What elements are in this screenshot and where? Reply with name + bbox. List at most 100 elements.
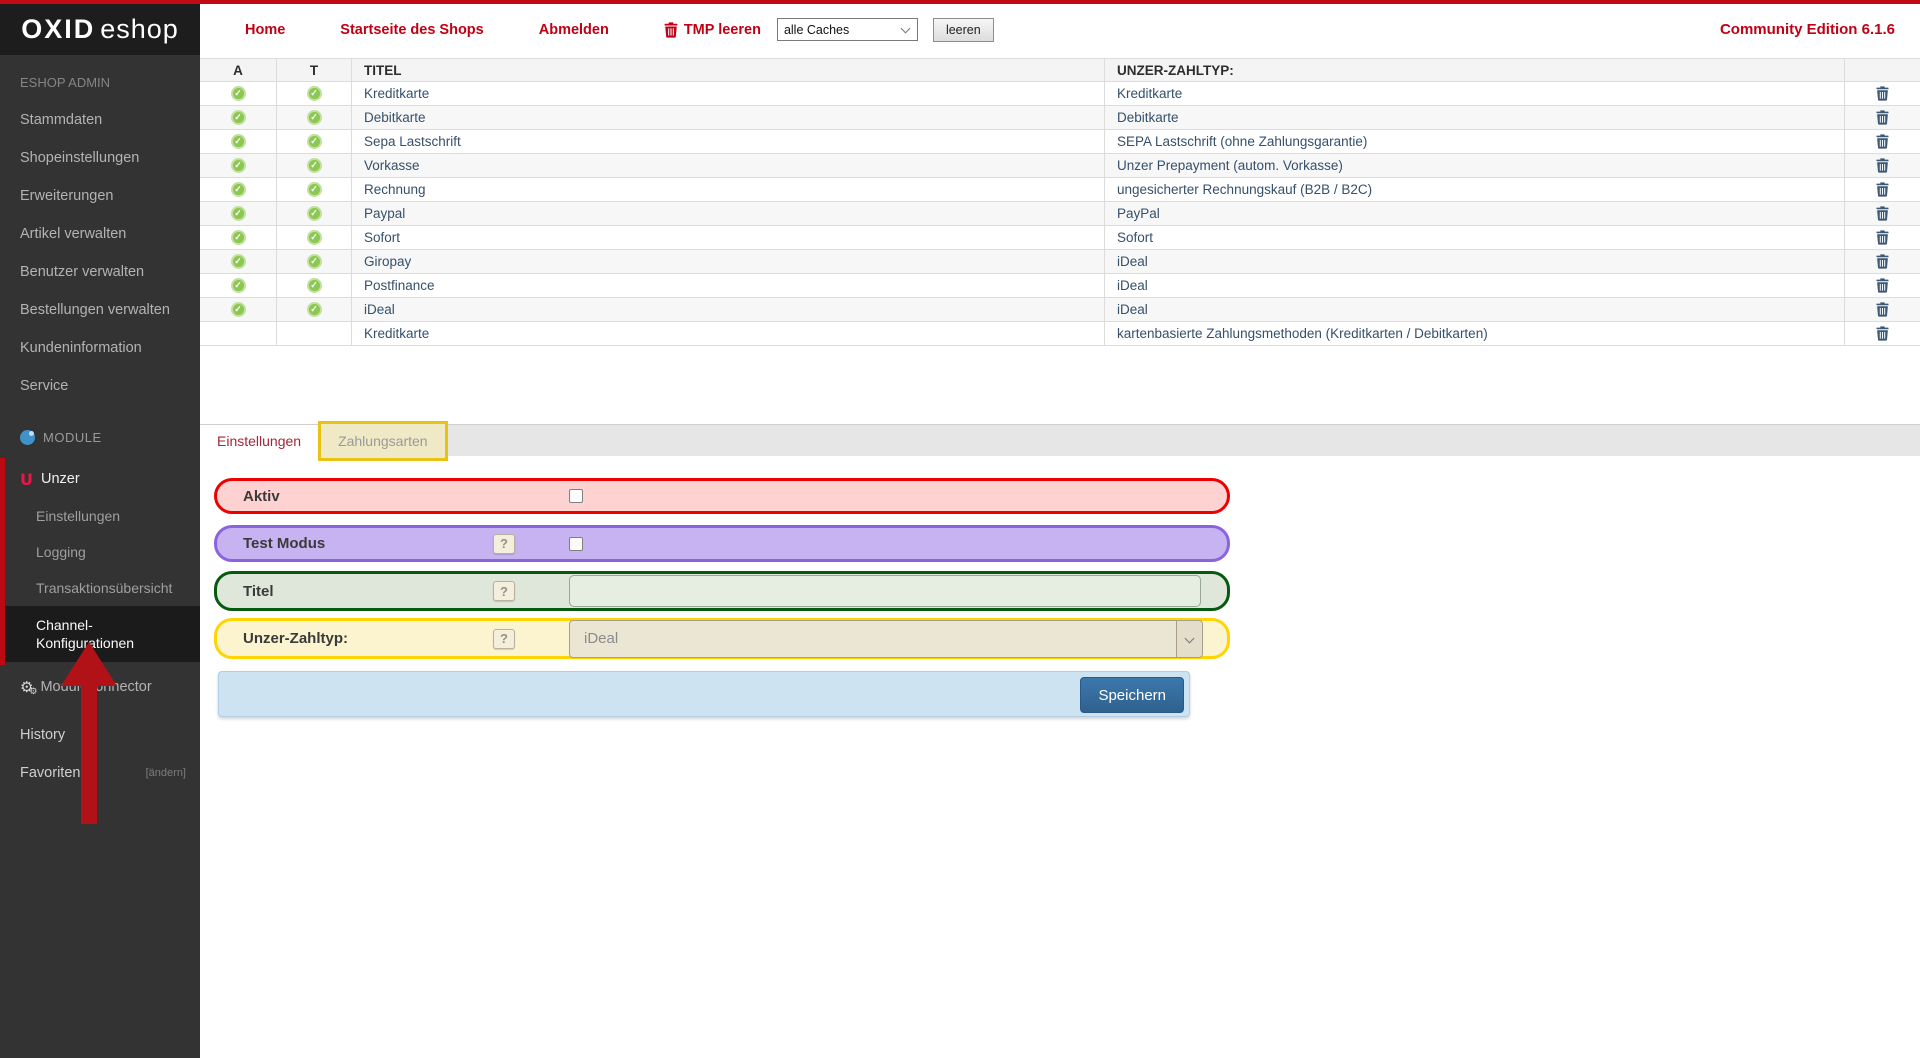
sidebar-item-favoriten[interactable]: Favoriten [ändern] [0, 754, 200, 792]
delete-row-button[interactable] [1876, 206, 1889, 221]
delete-row-button[interactable] [1876, 158, 1889, 173]
module-icon [20, 430, 35, 445]
save-button[interactable]: Speichern [1080, 677, 1184, 713]
sidebar-item-benutzer-verwalten[interactable]: Benutzer verwalten [0, 253, 200, 291]
active-check-icon [231, 134, 246, 149]
delete-row-button[interactable] [1876, 230, 1889, 245]
active-check-icon [231, 158, 246, 173]
sidebar-item-shopeinstellungen[interactable]: Shopeinstellungen [0, 139, 200, 177]
favoriten-edit-link[interactable]: [ändern] [146, 767, 200, 779]
delete-row-button[interactable] [1876, 254, 1889, 269]
test-modus-help-button[interactable]: ? [493, 534, 515, 554]
active-cell [200, 226, 277, 250]
unzer-label: Unzer [41, 471, 80, 487]
title-cell: Paypal [352, 202, 1105, 226]
table-row[interactable]: PaypalPayPal [200, 202, 1920, 226]
logo-brand-light: eshop [100, 14, 179, 45]
chevron-down-icon [1185, 634, 1195, 644]
delete-row-button[interactable] [1876, 134, 1889, 149]
table-row[interactable]: GiropayiDeal [200, 250, 1920, 274]
cache-clear-button[interactable]: leeren [933, 18, 994, 42]
active-check-icon [231, 86, 246, 101]
test-cell [277, 106, 352, 130]
table-row[interactable]: iDealiDeal [200, 298, 1920, 322]
test-check-icon [307, 254, 322, 269]
test-cell [277, 130, 352, 154]
annotation-arrow-shaft [81, 684, 97, 824]
test-cell [277, 298, 352, 322]
table-row[interactable]: SofortSofort [200, 226, 1920, 250]
sidebar-item-service[interactable]: Service [0, 367, 200, 405]
test-check-icon [307, 86, 322, 101]
sidebar-section-module[interactable]: MODULE [0, 418, 200, 456]
test-cell [277, 154, 352, 178]
active-cell [200, 178, 277, 202]
table-row[interactable]: DebitkarteDebitkarte [200, 106, 1920, 130]
sidebar-item-artikel-verwalten[interactable]: Artikel verwalten [0, 215, 200, 253]
delete-row-button[interactable] [1876, 110, 1889, 125]
sidebar-item-erweiterungen[interactable]: Erweiterungen [0, 177, 200, 215]
delete-cell [1845, 274, 1920, 298]
trash-icon [664, 22, 678, 38]
zahltyp-help-button[interactable]: ? [493, 629, 515, 649]
delete-row-button[interactable] [1876, 278, 1889, 293]
cache-select-value: alle Caches [784, 23, 849, 37]
delete-cell [1845, 178, 1920, 202]
paytype-cell: kartenbasierte Zahlungsmethoden (Kreditk… [1105, 322, 1845, 346]
tmp-clear-label: TMP leeren [684, 22, 761, 38]
cache-select[interactable]: alle Caches [777, 18, 918, 41]
test-modus-checkbox[interactable] [569, 537, 583, 551]
sidebar-subitem-einstellungen[interactable]: Einstellungen [0, 498, 200, 534]
nav-logout-link[interactable]: Abmelden [539, 22, 609, 38]
zahltyp-row: Unzer-Zahltyp: ? iDeal [214, 618, 1230, 659]
delete-row-button[interactable] [1876, 326, 1889, 341]
sidebar-item-stammdaten[interactable]: Stammdaten [0, 101, 200, 139]
table-row[interactable]: Sepa LastschriftSEPA Lastschrift (ohne Z… [200, 130, 1920, 154]
table-row[interactable]: KreditkarteKreditkarte [200, 82, 1920, 106]
paytype-cell: iDeal [1105, 274, 1845, 298]
active-check-icon [231, 110, 246, 125]
titel-input[interactable] [569, 575, 1201, 607]
settings-form: Aktiv Test Modus ? Titel ? Unzer-Zahltyp… [200, 456, 1230, 717]
tab-zahlungsarten[interactable]: Zahlungsarten [318, 421, 448, 461]
nav-home-link[interactable]: Home [245, 22, 285, 38]
sidebar-item-kundeninformation[interactable]: Kundeninformation [0, 329, 200, 367]
table-row[interactable]: VorkasseUnzer Prepayment (autom. Vorkass… [200, 154, 1920, 178]
table-row[interactable]: Rechnungungesicherter Rechnungskauf (B2B… [200, 178, 1920, 202]
table-row[interactable]: Kreditkartekartenbasierte Zahlungsmethod… [200, 322, 1920, 346]
title-cell: iDeal [352, 298, 1105, 322]
tab-einstellungen[interactable]: Einstellungen [200, 425, 318, 456]
test-modus-label: Test Modus [243, 535, 493, 552]
aktiv-checkbox[interactable] [569, 489, 583, 503]
paytype-cell: Unzer Prepayment (autom. Vorkasse) [1105, 154, 1845, 178]
title-cell: Kreditkarte [352, 82, 1105, 106]
sidebar-subitem-logging[interactable]: Logging [0, 534, 200, 570]
test-check-icon [307, 110, 322, 125]
paytype-cell: Debitkarte [1105, 106, 1845, 130]
sidebar-subitem-transaktions-bersicht[interactable]: Transaktionsübersicht [0, 570, 200, 606]
sidebar-item-history[interactable]: History [0, 716, 200, 754]
table-row[interactable]: PostfinanceiDeal [200, 274, 1920, 298]
zahltyp-select[interactable]: iDeal [569, 620, 1203, 658]
nav-shop-start-link[interactable]: Startseite des Shops [340, 22, 483, 38]
delete-row-button[interactable] [1876, 86, 1889, 101]
delete-row-button[interactable] [1876, 182, 1889, 197]
test-cell [277, 274, 352, 298]
title-cell: Sepa Lastschrift [352, 130, 1105, 154]
aktiv-label: Aktiv [243, 488, 493, 505]
active-cell [200, 202, 277, 226]
title-cell: Debitkarte [352, 106, 1105, 130]
sidebar-item-bestellungen-verwalten[interactable]: Bestellungen verwalten [0, 291, 200, 329]
tmp-clear-link[interactable]: TMP leeren [664, 22, 761, 38]
delete-row-button[interactable] [1876, 302, 1889, 317]
sidebar-item-unzer[interactable]: U Unzer [0, 460, 200, 498]
delete-cell [1845, 250, 1920, 274]
test-check-icon [307, 302, 322, 317]
active-check-icon [231, 230, 246, 245]
test-cell [277, 322, 352, 346]
titel-help-button[interactable]: ? [493, 581, 515, 601]
active-cell [200, 130, 277, 154]
gears-icon: ⚙ [20, 678, 33, 696]
title-cell: Vorkasse [352, 154, 1105, 178]
titel-row: Titel ? [214, 571, 1230, 611]
